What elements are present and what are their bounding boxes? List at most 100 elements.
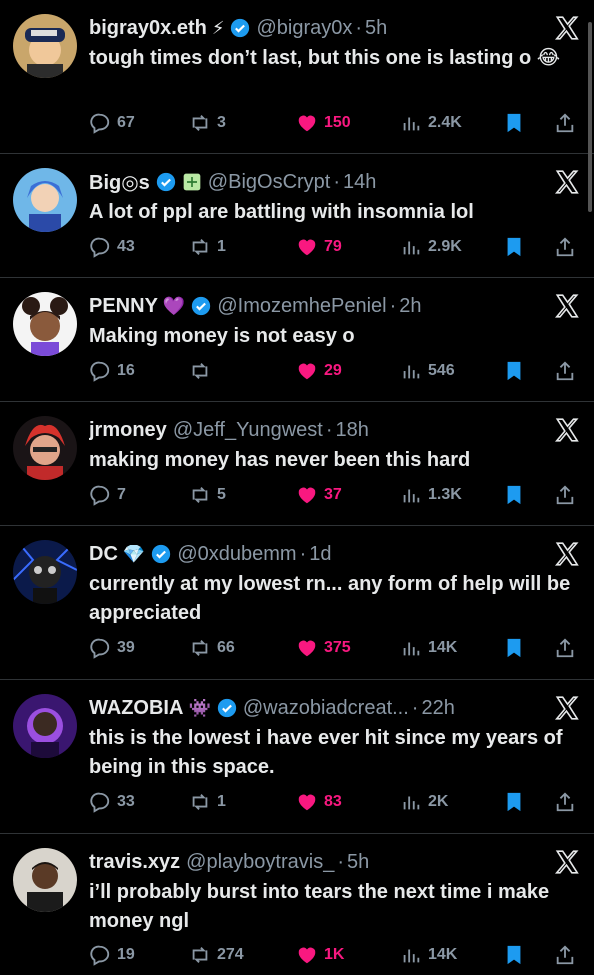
like-button[interactable]: 37: [296, 481, 342, 509]
share-icon: [556, 237, 574, 257]
retweet-button[interactable]: [189, 357, 217, 385]
timestamp[interactable]: 5h: [365, 17, 387, 40]
user-handle[interactable]: @0xdubemm: [177, 543, 296, 566]
timestamp[interactable]: 18h: [336, 419, 369, 442]
x-logo-icon[interactable]: [554, 695, 580, 721]
display-name[interactable]: PENNY: [89, 295, 158, 318]
tweet[interactable]: jrmoney @Jeff_Yungwest · 18h making mone…: [0, 402, 594, 526]
avatar[interactable]: [13, 292, 77, 356]
views-button[interactable]: 2K: [400, 788, 448, 816]
display-name[interactable]: travis.xyz: [89, 851, 180, 874]
tweet[interactable]: WAZOBIA 👾 @wazobiadcreat... · 22h this i…: [0, 680, 594, 834]
like-count: 29: [324, 362, 342, 379]
reply-button[interactable]: 19: [89, 941, 135, 969]
user-handle[interactable]: @ImozemhePeniel: [217, 295, 386, 318]
tweet[interactable]: PENNY 💜 @ImozemhePeniel · 2h Making mone…: [0, 278, 594, 402]
retweet-button[interactable]: 66: [189, 634, 235, 662]
tweet[interactable]: travis.xyz @playboytravis_ · 5h i’ll pro…: [0, 834, 594, 975]
avatar[interactable]: [13, 848, 77, 912]
views-button[interactable]: 546: [400, 357, 455, 385]
tweet[interactable]: DC 💎 @0xdubemm · 1d currently at my lowe…: [0, 526, 594, 680]
user-handle[interactable]: @playboytravis_: [186, 851, 334, 874]
x-logo-icon[interactable]: [554, 169, 580, 195]
retweet-button[interactable]: 3: [189, 109, 226, 137]
bookmark-button[interactable]: [503, 357, 525, 385]
like-count: 79: [324, 238, 342, 255]
reply-icon: [90, 945, 110, 966]
retweet-icon: [192, 640, 208, 656]
bookmark-button[interactable]: [503, 233, 525, 261]
bookmark-button[interactable]: [503, 481, 525, 509]
display-name[interactable]: bigray0x.eth: [89, 17, 207, 40]
timestamp[interactable]: 14h: [343, 171, 376, 194]
like-button[interactable]: 83: [296, 788, 342, 816]
like-count: 83: [324, 793, 342, 810]
retweet-button[interactable]: 1: [189, 788, 226, 816]
heart-icon: [298, 947, 316, 964]
views-chart-icon: [403, 117, 420, 131]
reply-button[interactable]: 43: [89, 233, 135, 261]
share-button[interactable]: [554, 481, 576, 509]
avatar[interactable]: [13, 540, 77, 604]
views-button[interactable]: 2.9K: [400, 233, 462, 261]
retweet-icon: [192, 239, 208, 255]
display-name[interactable]: Big◎s: [89, 170, 150, 195]
retweet-button[interactable]: 274: [189, 941, 244, 969]
display-name[interactable]: jrmoney: [89, 419, 167, 442]
retweet-button[interactable]: 5: [189, 481, 226, 509]
timestamp[interactable]: 22h: [421, 697, 454, 720]
views-button[interactable]: 1.3K: [400, 481, 462, 509]
user-handle[interactable]: @Jeff_Yungwest: [173, 419, 323, 442]
x-logo-icon[interactable]: [554, 293, 580, 319]
share-button[interactable]: [554, 788, 576, 816]
user-handle[interactable]: @bigray0x: [256, 17, 352, 40]
x-logo-icon[interactable]: [554, 417, 580, 443]
share-button[interactable]: [554, 109, 576, 137]
avatar[interactable]: [13, 14, 77, 78]
share-button[interactable]: [554, 941, 576, 969]
bookmark-icon: [507, 237, 521, 257]
bookmark-button[interactable]: [503, 634, 525, 662]
user-handle[interactable]: @wazobiadcreat...: [243, 697, 409, 720]
bookmark-button[interactable]: [503, 941, 525, 969]
reply-button[interactable]: 67: [89, 109, 135, 137]
x-logo-icon[interactable]: [554, 541, 580, 567]
tweet[interactable]: Big◎s @BigOsCrypt · 14h A lot of ppl are…: [0, 154, 594, 278]
x-logo-icon[interactable]: [554, 849, 580, 875]
like-button[interactable]: 79: [296, 233, 342, 261]
views-button[interactable]: 2.4K: [400, 109, 462, 137]
display-name[interactable]: WAZOBIA: [89, 697, 183, 720]
retweet-count: 66: [217, 639, 235, 656]
share-button[interactable]: [554, 233, 576, 261]
reply-button[interactable]: 39: [89, 634, 135, 662]
reply-icon: [90, 361, 110, 382]
timestamp[interactable]: 1d: [309, 543, 331, 566]
timestamp[interactable]: 5h: [347, 851, 369, 874]
reply-button[interactable]: 16: [89, 357, 135, 385]
views-chart-icon: [403, 949, 420, 963]
reply-icon: [90, 792, 110, 813]
views-button[interactable]: 14K: [400, 634, 457, 662]
like-button[interactable]: 29: [296, 357, 342, 385]
reply-button[interactable]: 33: [89, 788, 135, 816]
share-button[interactable]: [554, 634, 576, 662]
share-button[interactable]: [554, 357, 576, 385]
display-name[interactable]: DC: [89, 543, 118, 566]
reply-count: 43: [117, 238, 135, 255]
retweet-button[interactable]: 1: [189, 233, 226, 261]
user-handle[interactable]: @BigOsCrypt: [208, 171, 331, 194]
like-button[interactable]: 375: [296, 634, 351, 662]
avatar[interactable]: [13, 168, 77, 232]
avatar[interactable]: [13, 416, 77, 480]
x-logo-icon[interactable]: [554, 15, 580, 41]
bookmark-button[interactable]: [503, 109, 525, 137]
timestamp[interactable]: 2h: [399, 295, 421, 318]
views-button[interactable]: 14K: [400, 941, 457, 969]
scrollbar[interactable]: [588, 22, 592, 212]
avatar[interactable]: [13, 694, 77, 758]
like-button[interactable]: 150: [296, 109, 351, 137]
bookmark-button[interactable]: [503, 788, 525, 816]
like-button[interactable]: 1K: [296, 941, 344, 969]
tweet[interactable]: bigray0x.eth ⚡ @bigray0x · 5h tough time…: [0, 0, 594, 154]
reply-button[interactable]: 7: [89, 481, 126, 509]
